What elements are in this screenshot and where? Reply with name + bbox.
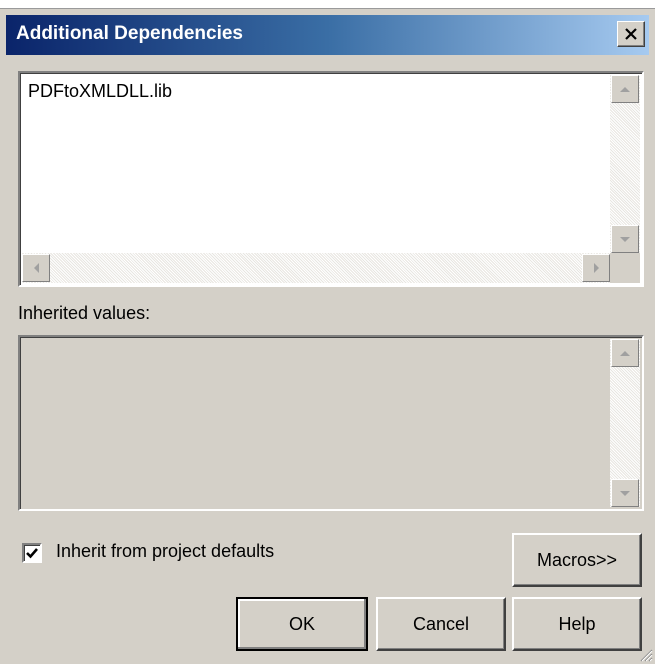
arrow-down-icon [620, 236, 630, 242]
dependencies-vertical-scrollbar[interactable] [610, 75, 640, 253]
scrollbar-corner [610, 253, 640, 283]
additional-dependencies-dialog: Additional Dependencies PDFtoXMLDLL.lib [0, 8, 655, 664]
arrow-down-icon [620, 490, 630, 496]
checkmark-icon [26, 548, 38, 559]
close-icon [625, 28, 637, 40]
dependencies-horizontal-scrollbar[interactable] [22, 253, 610, 283]
arrow-up-icon [620, 86, 630, 92]
title-bar: Additional Dependencies [6, 15, 649, 55]
inherited-scroll-up-button[interactable] [611, 339, 639, 367]
inherited-vertical-scrollbar[interactable] [610, 339, 640, 507]
arrow-right-icon [593, 263, 599, 273]
scroll-left-button[interactable] [22, 254, 50, 282]
arrow-left-icon [33, 263, 39, 273]
help-button[interactable]: Help [512, 597, 642, 651]
inherited-values-box [18, 335, 644, 511]
scroll-down-button[interactable] [611, 225, 639, 253]
close-button[interactable] [617, 21, 645, 47]
inherit-checkbox[interactable] [22, 543, 42, 563]
ok-button[interactable]: OK [236, 597, 368, 651]
inherited-values-label: Inherited values: [18, 303, 151, 323]
arrow-up-icon [620, 350, 630, 356]
macros-button[interactable]: Macros>> [512, 533, 642, 587]
inherit-checkbox-label[interactable]: Inherit from project defaults [56, 541, 274, 562]
dependencies-text[interactable]: PDFtoXMLDLL.lib [28, 81, 172, 102]
dependencies-textbox[interactable]: PDFtoXMLDLL.lib [18, 71, 644, 287]
cancel-button[interactable]: Cancel [376, 597, 506, 651]
inherited-scroll-down-button[interactable] [611, 479, 639, 507]
resize-grip-icon[interactable] [637, 646, 653, 662]
scroll-right-button[interactable] [582, 254, 610, 282]
scroll-up-button[interactable] [611, 75, 639, 103]
dialog-title: Additional Dependencies [16, 23, 243, 44]
